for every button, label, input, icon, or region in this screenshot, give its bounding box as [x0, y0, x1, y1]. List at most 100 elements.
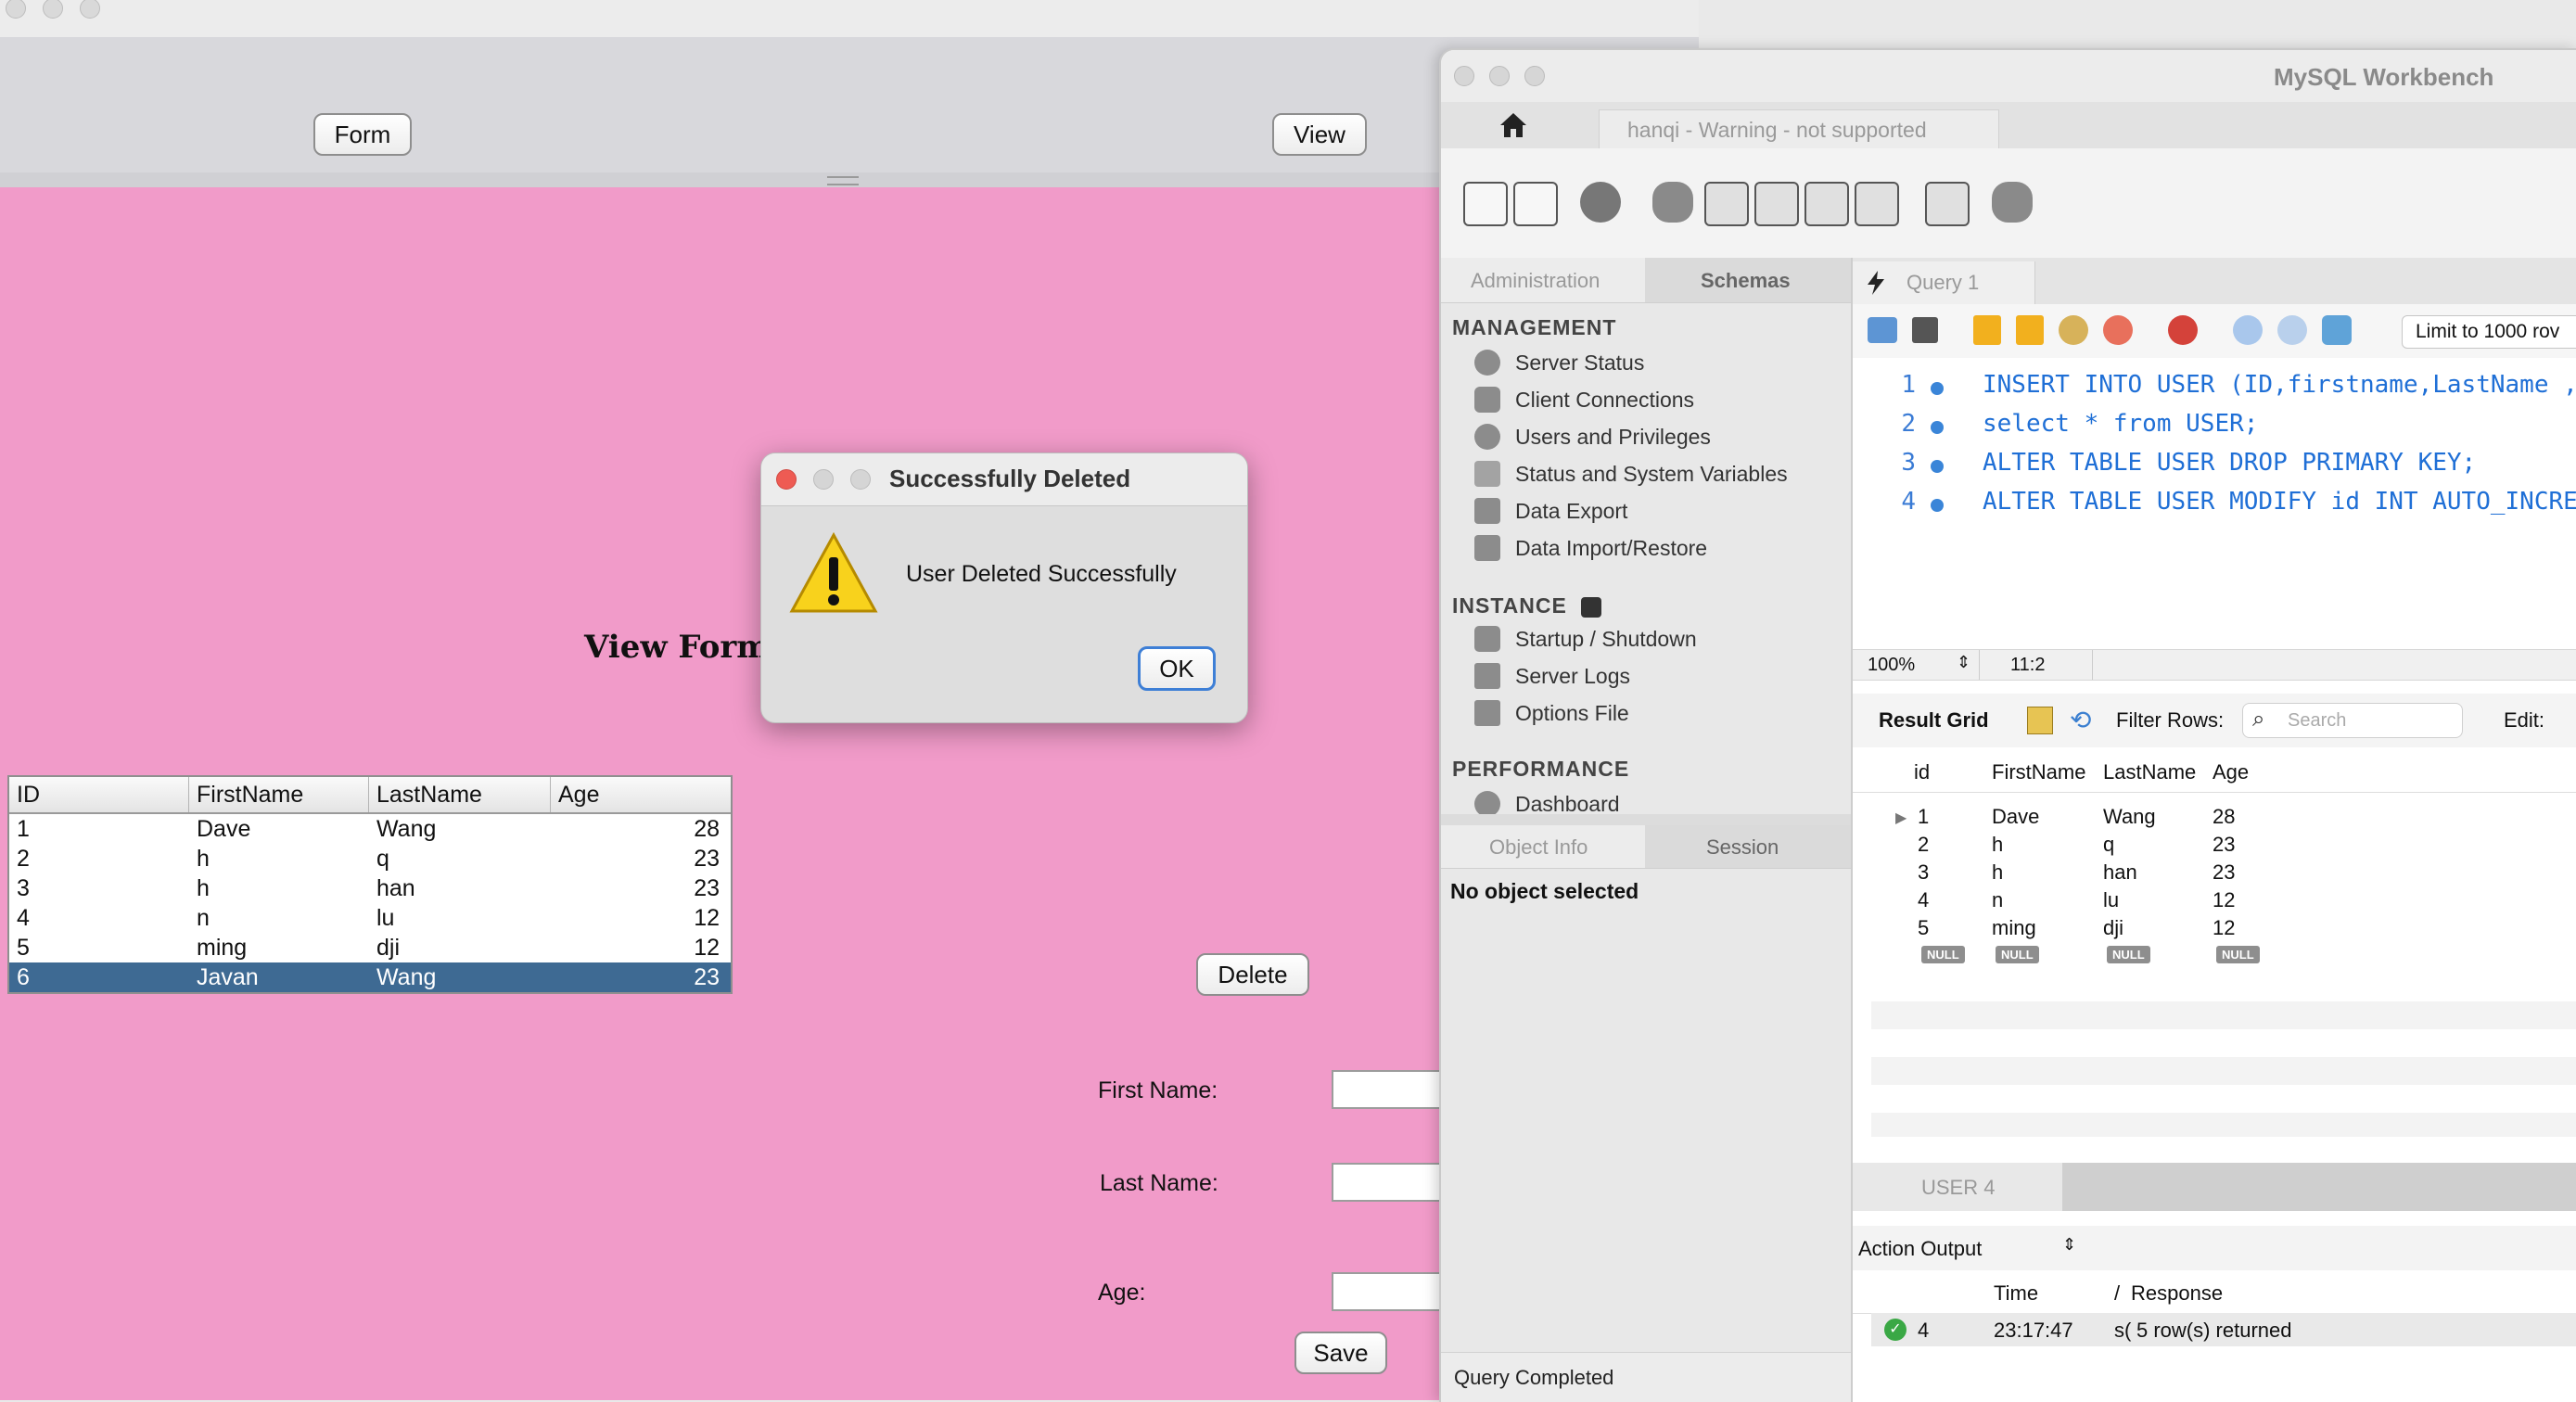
java-minimize-button[interactable] — [43, 0, 63, 19]
wrench-icon — [1474, 700, 1500, 726]
output-row[interactable]: ✓ 4 23:17:47 s( 5 row(s) returned — [1871, 1313, 2576, 1346]
line-number: 2 — [1901, 410, 1916, 438]
create-function-icon[interactable] — [1855, 182, 1899, 226]
nav-data-export[interactable]: Data Export — [1515, 499, 1627, 524]
execute-current-icon[interactable] — [2016, 315, 2044, 345]
commit-icon[interactable] — [2233, 315, 2263, 345]
explain-icon[interactable] — [2059, 315, 2088, 345]
grid-column-header[interactable]: Age — [2213, 760, 2249, 784]
tab-object-info[interactable]: Object Info — [1441, 825, 1645, 869]
form-button[interactable]: Form — [313, 113, 412, 156]
zoom-select[interactable]: 100% ⇕ — [1853, 650, 1980, 680]
column-header[interactable]: LastName — [369, 777, 551, 812]
nav-server-status[interactable]: Server Status — [1515, 350, 1644, 376]
last-name-input[interactable] — [1332, 1163, 1447, 1202]
java-close-button[interactable] — [6, 0, 26, 19]
nav-options-file[interactable]: Options File — [1515, 701, 1629, 726]
open-file-icon[interactable] — [1868, 317, 1897, 343]
result-grid[interactable]: id FirstName LastName Age ▶ 1 Dave Wang … — [1853, 747, 2576, 1141]
create-procedure-icon[interactable] — [1804, 182, 1849, 226]
tab-query-1[interactable]: Query 1 — [1853, 261, 2035, 304]
nav-status-variables[interactable]: Status and System Variables — [1515, 462, 1788, 487]
grid-column-header[interactable]: id — [1914, 760, 1930, 784]
status-text: Query Completed — [1454, 1366, 1614, 1389]
grid-header: id FirstName LastName Age — [1853, 747, 2576, 793]
table-row-selected[interactable]: 6 Javan Wang 23 — [9, 962, 731, 992]
create-view-icon[interactable] — [1754, 182, 1799, 226]
delete-button[interactable]: Delete — [1196, 953, 1309, 996]
table-row[interactable]: 3 h han 23 — [9, 873, 731, 903]
tab-session[interactable]: Session — [1645, 825, 1851, 869]
rollback-icon[interactable] — [2277, 315, 2307, 345]
output-column-header[interactable]: / — [2114, 1281, 2120, 1306]
table-row[interactable]: 4 n lu 12 — [9, 903, 731, 933]
refresh-icon[interactable]: ⟲ — [2070, 705, 2091, 735]
nav-client-connections[interactable]: Client Connections — [1515, 388, 1694, 413]
cell-age: 23 — [694, 963, 720, 990]
nav-dashboard[interactable]: Dashboard — [1515, 792, 1620, 817]
lightning-icon — [1868, 271, 1884, 295]
nav-server-logs[interactable]: Server Logs — [1515, 664, 1630, 689]
output-column-header[interactable]: Response — [2131, 1281, 2223, 1306]
wb-close-button[interactable] — [1454, 66, 1474, 86]
nav-data-import[interactable]: Data Import/Restore — [1515, 536, 1707, 561]
connection-tab[interactable]: hanqi - Warning - not supported — [1599, 109, 1999, 149]
reconnect-icon[interactable] — [1992, 182, 2033, 223]
java-zoom-button[interactable] — [80, 0, 100, 19]
wb-zoom-button[interactable] — [1524, 66, 1545, 86]
divider-grip[interactable] — [827, 176, 859, 185]
search-table-data-icon[interactable] — [1925, 182, 1970, 226]
age-input[interactable] — [1332, 1272, 1447, 1311]
save-button[interactable]: Save — [1294, 1332, 1387, 1374]
autocommit-icon[interactable] — [2322, 315, 2352, 345]
first-name-input[interactable] — [1332, 1070, 1447, 1109]
server-status-icon — [1474, 350, 1500, 376]
new-sql-tab-icon[interactable] — [1463, 182, 1508, 226]
action-output-columns: Time / Response — [1853, 1270, 2576, 1314]
tab-result-user-4[interactable]: USER 4 — [1853, 1163, 2062, 1211]
grid-cell: h — [1992, 860, 2004, 884]
grid-view-icon[interactable] — [2027, 707, 2053, 734]
app-title: MySQL Workbench — [2274, 63, 2494, 91]
tab-schemas[interactable]: Schemas — [1645, 258, 1851, 303]
action-output-select[interactable]: Action Output — [1858, 1237, 1982, 1261]
grid-cell: 4 — [1918, 888, 1930, 911]
table-row[interactable]: 5 ming dji 12 — [9, 933, 731, 962]
instance-settings-icon[interactable] — [1581, 596, 1602, 618]
users-table[interactable]: ID FirstName LastName Age 1 Dave Wang 28… — [7, 775, 733, 994]
limit-rows-select[interactable]: Limit to 1000 rov — [2402, 315, 2576, 349]
table-row[interactable]: 2 h q 23 — [9, 844, 731, 873]
ok-button[interactable]: OK — [1138, 646, 1216, 691]
nav-users-privileges[interactable]: Users and Privileges — [1515, 425, 1711, 450]
create-schema-icon[interactable] — [1652, 182, 1693, 223]
grid-column-header[interactable]: FirstName — [1992, 760, 2085, 784]
dialog-close-button[interactable] — [776, 469, 797, 490]
inspector-icon[interactable] — [1580, 182, 1621, 223]
save-file-icon[interactable] — [1912, 317, 1938, 343]
column-header[interactable]: FirstName — [189, 777, 369, 812]
tab-result-label: USER 4 — [1921, 1176, 1996, 1199]
view-button[interactable]: View — [1272, 113, 1367, 156]
home-icon[interactable] — [1498, 111, 1528, 139]
java-window-titlebar — [0, 0, 1699, 39]
panel-splitter[interactable] — [1441, 814, 1851, 825]
column-header[interactable]: Age — [551, 777, 727, 812]
filter-search-input[interactable]: ⌕ Search — [2242, 703, 2463, 738]
grid-column-header[interactable]: LastName — [2103, 760, 2196, 784]
execute-icon[interactable] — [1973, 315, 2001, 345]
column-header[interactable]: ID — [9, 777, 189, 812]
row-pointer-icon: ▶ — [1895, 810, 1907, 826]
tab-administration[interactable]: Administration — [1441, 258, 1645, 303]
table-row[interactable]: 1 Dave Wang 28 — [9, 814, 731, 844]
create-table-icon[interactable] — [1704, 182, 1749, 226]
output-column-header[interactable]: Time — [1994, 1281, 2038, 1306]
wb-minimize-button[interactable] — [1489, 66, 1510, 86]
open-sql-script-icon[interactable] — [1513, 182, 1558, 226]
sql-editor[interactable]: 1 INSERT INTO USER (ID,firstname,LastNam… — [1853, 358, 2576, 649]
result-grid-label[interactable]: Result Grid — [1879, 708, 1989, 733]
error-toggle-icon[interactable] — [2168, 315, 2198, 345]
nav-startup-shutdown[interactable]: Startup / Shutdown — [1515, 627, 1697, 652]
instance-heading-label: INSTANCE — [1452, 593, 1567, 618]
stop-icon[interactable] — [2103, 315, 2133, 345]
cell-lastname: dji — [376, 934, 401, 961]
